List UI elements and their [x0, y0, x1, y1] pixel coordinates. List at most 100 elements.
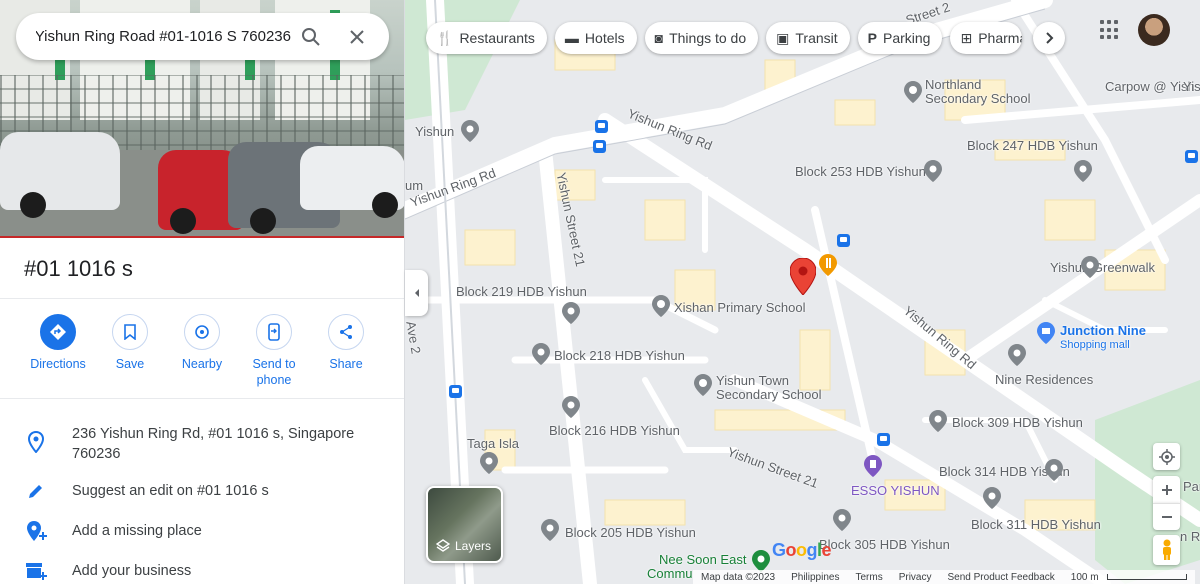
map-label-right-edge-3: n Rd: [1180, 529, 1200, 544]
region-link[interactable]: Philippines: [791, 572, 839, 583]
map-label-block305[interactable]: Block 305 HDB Yishun: [819, 538, 950, 552]
zoom-in-button[interactable]: [1153, 476, 1180, 503]
map-label-yishun-left[interactable]: Yishun: [415, 125, 454, 139]
add-missing-place-text: Add a missing place: [72, 523, 202, 539]
directions-button[interactable]: Directions: [22, 314, 94, 388]
terms-link[interactable]: Terms: [855, 572, 882, 583]
map-label-yishun-greenwalk[interactable]: Yishun Greenwalk: [1050, 261, 1155, 275]
chip-transit[interactable]: ▣ Transit: [766, 22, 850, 54]
location-pin-icon[interactable]: [562, 302, 580, 324]
close-search-button[interactable]: [337, 17, 377, 57]
share-button[interactable]: Share: [310, 314, 382, 388]
location-pin-icon[interactable]: [532, 343, 550, 365]
chip-restaurants[interactable]: 🍴 Restaurants: [426, 22, 547, 54]
map-label-nee-soon-east[interactable]: Nee Soon East: [659, 553, 746, 567]
park-pin-icon[interactable]: [480, 452, 498, 474]
add-business-row[interactable]: Add your business: [0, 561, 404, 581]
map-label-block311[interactable]: Block 311 HDB Yishun: [971, 518, 1101, 532]
map-label-junction-nine[interactable]: Junction Nine: [1060, 324, 1146, 338]
collapse-panel-button[interactable]: [405, 270, 428, 316]
bus-stop-icon[interactable]: [877, 433, 890, 446]
map-label-taga-isla[interactable]: Taga Isla: [467, 437, 519, 451]
share-icon: [340, 325, 352, 339]
map-label-block309[interactable]: Block 309 HDB Yishun: [952, 416, 1083, 430]
community-pin-icon[interactable]: [752, 550, 770, 572]
map-label-block219[interactable]: Block 219 HDB Yishun: [456, 285, 587, 299]
apps-grid-icon[interactable]: [1100, 20, 1120, 40]
layers-label: Layers: [455, 539, 492, 553]
map-label-block247[interactable]: Block 247 HDB Yishun: [967, 139, 1098, 153]
location-pin-icon[interactable]: [833, 509, 851, 531]
map-label-shopping-mall: Shopping mall: [1060, 339, 1130, 351]
location-pin-icon[interactable]: [461, 120, 479, 142]
send-to-phone-button[interactable]: Send to phone: [238, 314, 310, 388]
school-pin-icon[interactable]: [904, 81, 922, 103]
bus-stop-icon[interactable]: [1185, 150, 1198, 163]
restaurant-pin-icon[interactable]: [819, 254, 837, 276]
location-pin-icon[interactable]: [541, 519, 559, 541]
bus-stop-icon[interactable]: [593, 140, 606, 153]
map-label-commu: Commu: [647, 566, 693, 581]
search-input[interactable]: Yishun Ring Road #01-1016 S 760236: [36, 28, 291, 45]
map-label-block253[interactable]: Block 253 HDB Yishun: [795, 165, 926, 179]
address-row[interactable]: 236 Yishun Ring Rd, #01 1016 s, Singapor…: [0, 424, 404, 464]
location-pin-icon[interactable]: [1081, 256, 1099, 278]
location-pin-icon[interactable]: [1008, 344, 1026, 366]
layers-icon: [436, 539, 450, 552]
privacy-link[interactable]: Privacy: [899, 572, 932, 583]
action-buttons: Directions Save Nearby Send to phone Sha…: [22, 314, 382, 388]
chip-parking[interactable]: P Parking: [857, 22, 943, 54]
map-label-xishan[interactable]: Xishan Primary School: [674, 301, 806, 315]
chips-next-button[interactable]: [1033, 22, 1065, 54]
map-label-nine-residences[interactable]: Nine Residences: [995, 373, 1093, 387]
divider: [0, 298, 404, 299]
my-location-button[interactable]: [1153, 443, 1180, 470]
map-label-northland[interactable]: Northland Secondary School: [925, 78, 1040, 106]
location-pin-icon[interactable]: [983, 487, 1001, 509]
map-label-block205[interactable]: Block 205 HDB Yishun: [565, 526, 696, 540]
map-canvas[interactable]: Northland Secondary School Carpow @ Yish…: [405, 0, 1200, 584]
plus-icon: [1161, 484, 1172, 495]
scale-label[interactable]: 100 m: [1071, 572, 1099, 583]
nearby-button[interactable]: Nearby: [166, 314, 238, 388]
location-pin-icon[interactable]: [1074, 160, 1092, 182]
bus-stop-icon[interactable]: [837, 234, 850, 247]
pharmacy-icon: ⊞: [960, 29, 973, 46]
bookmark-icon: [124, 324, 136, 340]
directions-icon: [50, 324, 66, 340]
location-pin-icon[interactable]: [562, 396, 580, 418]
shopping-bag-pin-icon[interactable]: [1037, 322, 1055, 344]
gas-station-pin-icon[interactable]: [864, 455, 882, 477]
suggest-edit-row[interactable]: Suggest an edit on #01 1016 s: [0, 481, 404, 501]
map-label-esso[interactable]: ESSO YISHUN: [851, 484, 940, 498]
location-pin-icon[interactable]: [924, 160, 942, 182]
bus-stop-icon[interactable]: [595, 120, 608, 133]
restaurant-icon: 🍴: [436, 29, 454, 46]
map-label-right-edge-2: Par: [1183, 479, 1200, 494]
map-label-carpow[interactable]: Carpow @ Yish: [1105, 80, 1195, 94]
search-button[interactable]: [291, 17, 331, 57]
feedback-link[interactable]: Send Product Feedback: [948, 572, 1055, 583]
location-pin-icon: [28, 431, 44, 453]
avatar[interactable]: [1138, 14, 1170, 46]
chip-pharmacy[interactable]: ⊞ Pharma: [950, 22, 1023, 54]
zoom-out-button[interactable]: [1153, 503, 1180, 530]
save-button[interactable]: Save: [94, 314, 166, 388]
parking-icon: P: [867, 30, 877, 46]
selected-location-pin-icon[interactable]: [790, 258, 816, 295]
school-pin-icon[interactable]: [694, 374, 712, 396]
map-label-block216[interactable]: Block 216 HDB Yishun: [549, 424, 680, 438]
location-pin-icon[interactable]: [929, 410, 947, 432]
add-missing-place-row[interactable]: Add a missing place: [0, 521, 404, 541]
school-pin-icon[interactable]: [652, 295, 670, 317]
layers-button[interactable]: Layers: [426, 486, 503, 563]
map-label-yishun-town-sec[interactable]: Yishun Town Secondary School: [716, 374, 836, 402]
chip-things-to-do[interactable]: ◙ Things to do: [644, 22, 759, 54]
search-box[interactable]: Yishun Ring Road #01-1016 S 760236: [16, 13, 389, 60]
street-view-pegman-button[interactable]: [1153, 535, 1180, 565]
bus-stop-icon[interactable]: [449, 385, 462, 398]
chip-hotels[interactable]: ▬ Hotels: [554, 22, 637, 54]
map-label-block218[interactable]: Block 218 HDB Yishun: [554, 349, 685, 363]
location-pin-icon[interactable]: [1045, 459, 1063, 481]
nearby-icon: [195, 325, 209, 339]
